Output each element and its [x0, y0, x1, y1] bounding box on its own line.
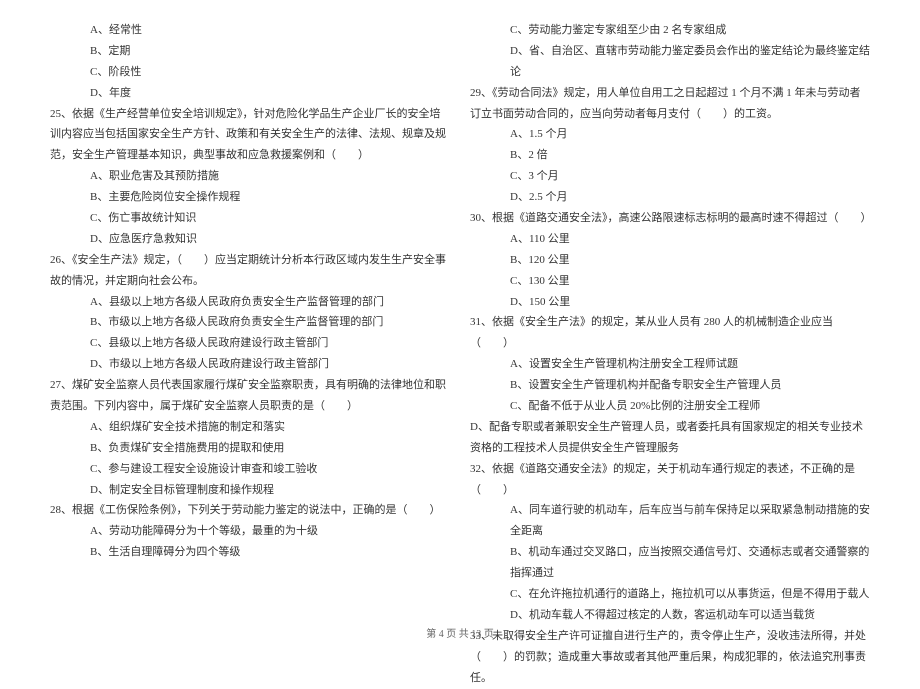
question-text: 27、煤矿安全监察人员代表国家履行煤矿安全监察职责，具有明确的法律地位和职责范围… [50, 375, 450, 417]
option-text: B、设置安全生产管理机构并配备专职安全生产管理人员 [470, 375, 870, 396]
option-text: D、150 公里 [470, 292, 870, 313]
option-text: D、配备专职或者兼职安全生产管理人员，或者委托具有国家规定的相关专业技术资格的工… [470, 417, 870, 459]
right-column: C、劳动能力鉴定专家组至少由 2 名专家组成 D、省、自治区、直辖市劳动能力鉴定… [460, 20, 880, 610]
option-text: D、市级以上地方各级人民政府建设行政主管部门 [50, 354, 450, 375]
option-text: B、市级以上地方各级人民政府负责安全生产监督管理的部门 [50, 312, 450, 333]
question-text: 29、《劳动合同法》规定，用人单位自用工之日起超过 1 个月不满 1 年未与劳动… [470, 83, 870, 125]
option-text: D、机动车载人不得超过核定的人数，客运机动车可以适当载货 [470, 605, 870, 626]
question-text: 32、依据《道路交通安全法》的规定，关于机动车通行规定的表述，不正确的是（ ） [470, 459, 870, 501]
question-text: 26、《安全生产法》规定，（ ）应当定期统计分析本行政区域内发生生产安全事故的情… [50, 250, 450, 292]
option-text: A、1.5 个月 [470, 124, 870, 145]
option-text: B、机动车通过交叉路口，应当按照交通信号灯、交通标志或者交通警察的指挥通过 [470, 542, 870, 584]
option-text: A、职业危害及其预防措施 [50, 166, 450, 187]
option-text: B、负责煤矿安全措施费用的提取和使用 [50, 438, 450, 459]
question-text: 28、根据《工伤保险条例》，下列关于劳动能力鉴定的说法中，正确的是（ ） [50, 500, 450, 521]
option-text: A、110 公里 [470, 229, 870, 250]
option-text: A、劳动功能障碍分为十个等级，最重的为十级 [50, 521, 450, 542]
question-text: 31、依据《安全生产法》的规定，某从业人员有 280 人的机械制造企业应当（ ） [470, 312, 870, 354]
option-text: B、120 公里 [470, 250, 870, 271]
question-text: 33、未取得安全生产许可证擅自进行生产的，责令停止生产，没收违法所得，并处（ ）… [470, 626, 870, 689]
left-column: A、经常性 B、定期 C、阶段性 D、年度 25、依据《生产经营单位安全培训规定… [40, 20, 460, 610]
option-text: C、参与建设工程安全设施设计审查和竣工验收 [50, 459, 450, 480]
question-text: 30、根据《道路交通安全法》，高速公路限速标志标明的最高时速不得超过（ ） [470, 208, 870, 229]
option-text: B、定期 [50, 41, 450, 62]
option-text: B、主要危险岗位安全操作规程 [50, 187, 450, 208]
option-text: D、制定安全目标管理制度和操作规程 [50, 480, 450, 501]
option-text: C、伤亡事故统计知识 [50, 208, 450, 229]
option-text: A、县级以上地方各级人民政府负责安全生产监督管理的部门 [50, 292, 450, 313]
option-text: A、组织煤矿安全技术措施的制定和落实 [50, 417, 450, 438]
option-text: B、2 倍 [470, 145, 870, 166]
option-text: D、2.5 个月 [470, 187, 870, 208]
option-text: A、经常性 [50, 20, 450, 41]
option-text: D、年度 [50, 83, 450, 104]
option-text: C、在允许拖拉机通行的道路上，拖拉机可以从事货运，但是不得用于载人 [470, 584, 870, 605]
option-text: C、130 公里 [470, 271, 870, 292]
option-text: B、生活自理障碍分为四个等级 [50, 542, 450, 563]
option-text: C、县级以上地方各级人民政府建设行政主管部门 [50, 333, 450, 354]
option-text: D、应急医疗急救知识 [50, 229, 450, 250]
option-text: C、3 个月 [470, 166, 870, 187]
question-text: 25、依据《生产经营单位安全培训规定》，针对危险化学品生产企业厂长的安全培训内容… [50, 104, 450, 167]
option-text: C、阶段性 [50, 62, 450, 83]
option-text: A、同车道行驶的机动车，后车应当与前车保持足以采取紧急制动措施的安全距离 [470, 500, 870, 542]
option-text: C、配备不低于从业人员 20%比例的注册安全工程师 [470, 396, 870, 417]
option-text: D、省、自治区、直辖市劳动能力鉴定委员会作出的鉴定结论为最终鉴定结论 [470, 41, 870, 83]
option-text: C、劳动能力鉴定专家组至少由 2 名专家组成 [470, 20, 870, 41]
option-text: A、设置安全生产管理机构注册安全工程师试题 [470, 354, 870, 375]
